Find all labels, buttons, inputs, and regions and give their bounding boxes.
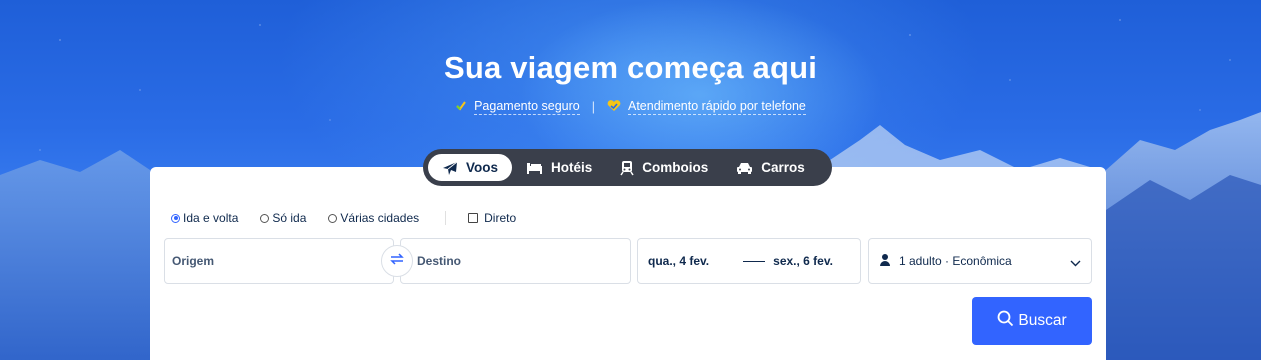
product-tabs: Voos Hotéis Comboios Carros: [423, 149, 832, 186]
search-button-label: Buscar: [1018, 312, 1067, 329]
badge-separator: |: [591, 100, 595, 114]
trip-option-round-trip[interactable]: Ida e volta: [171, 211, 238, 225]
direct-label: Direto: [484, 211, 517, 225]
badge-label: Atendimento rápido por telefone: [627, 99, 806, 115]
passengers-class-field[interactable]: 1 adulto · Econômica: [868, 238, 1092, 284]
tab-label: Carros: [761, 160, 805, 175]
tab-flights[interactable]: Voos: [428, 154, 513, 181]
depart-date: qua., 4 fev.: [648, 254, 710, 268]
tab-label: Hotéis: [551, 160, 593, 175]
person-icon: [879, 253, 891, 270]
date-range-field[interactable]: qua., 4 fev. sex., 6 fev.: [637, 238, 861, 284]
trip-option-label: Ida e volta: [183, 211, 239, 225]
swap-button[interactable]: [381, 245, 413, 277]
trip-type-options: Ida e volta Só ida Várias cidades Direto: [171, 211, 538, 225]
date-separator: [743, 260, 766, 262]
hero-title: Sua viagem começa aqui: [443, 50, 818, 85]
tab-label: Comboios: [642, 160, 709, 175]
trip-option-multi-city[interactable]: Várias cidades: [328, 211, 419, 225]
trip-option-label: Várias cidades: [340, 211, 420, 225]
car-icon: [736, 161, 753, 175]
airplane-icon: [442, 160, 458, 176]
shield-check-icon: [455, 100, 467, 115]
radio-button[interactable]: [328, 213, 338, 223]
hero-banner: Sua viagem começa aqui Pagamento seguro …: [0, 0, 1261, 360]
chevron-down-icon: [1070, 256, 1081, 270]
trust-badges: Pagamento seguro | Atendimento rápido po…: [0, 99, 1261, 115]
train-icon: [620, 160, 634, 176]
origin-field[interactable]: Origem: [164, 238, 394, 284]
passengers-label: 1 adulto · Econômica: [899, 254, 1012, 268]
divider: [445, 211, 447, 225]
radio-button[interactable]: [260, 213, 270, 223]
checkbox[interactable]: [468, 213, 479, 223]
heart-check-icon: [607, 99, 621, 115]
badge-secure-payment: Pagamento seguro: [455, 99, 580, 115]
swap-arrows-icon: [389, 252, 405, 271]
destination-placeholder: Destino: [417, 254, 462, 268]
return-date: sex., 6 fev.: [773, 254, 833, 268]
search-button[interactable]: Buscar: [972, 297, 1092, 345]
search-icon: [997, 310, 1014, 332]
tab-cars[interactable]: Carros: [722, 154, 819, 181]
direct-flights-checkbox[interactable]: Direto: [468, 211, 516, 225]
tab-label: Voos: [466, 160, 499, 175]
badge-label: Pagamento seguro: [474, 99, 580, 115]
badge-phone-support: Atendimento rápido por telefone: [607, 99, 806, 115]
trip-option-label: Só ida: [272, 211, 307, 225]
destination-field[interactable]: Destino: [400, 238, 631, 284]
trip-option-one-way[interactable]: Só ida: [260, 211, 306, 225]
radio-button[interactable]: [171, 213, 180, 223]
tab-hotels[interactable]: Hotéis: [512, 154, 606, 181]
tab-trains[interactable]: Comboios: [606, 154, 722, 181]
bed-icon: [526, 161, 543, 175]
origin-placeholder: Origem: [172, 254, 215, 268]
